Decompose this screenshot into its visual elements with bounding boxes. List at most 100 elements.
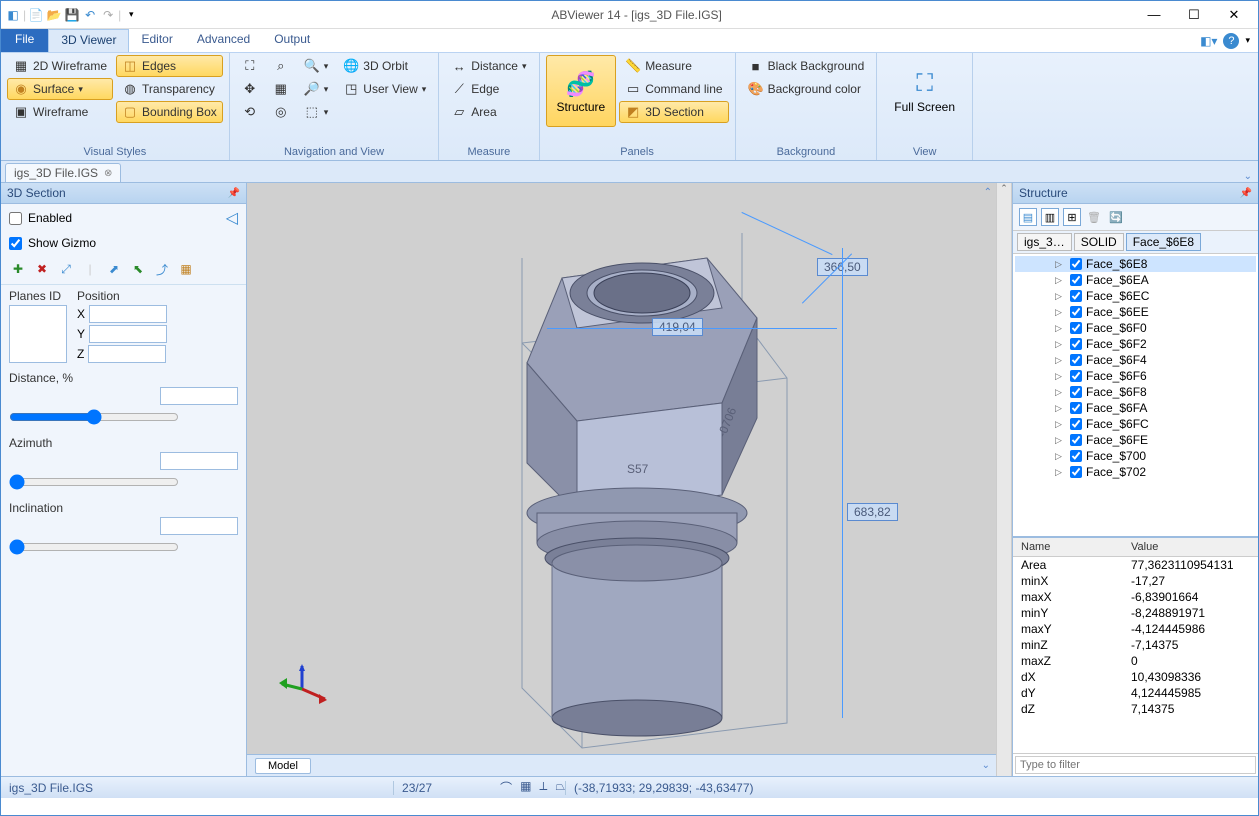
- tabs-dropdown-icon[interactable]: ⌄: [1244, 171, 1252, 182]
- btn-surface[interactable]: ◉Surface ▾: [7, 78, 113, 100]
- expand-icon[interactable]: ▷: [1055, 419, 1066, 430]
- expand-icon[interactable]: ▷: [1055, 371, 1066, 382]
- btn-bg-color[interactable]: 🎨Background color: [742, 78, 871, 100]
- sb-icon3[interactable]: ⟂: [539, 779, 547, 796]
- face-checkbox[interactable]: [1070, 354, 1082, 366]
- pin-icon[interactable]: 📌: [1240, 188, 1252, 199]
- face-checkbox[interactable]: [1070, 274, 1082, 286]
- btn-nav2[interactable]: ✥: [236, 78, 264, 100]
- expand-icon[interactable]: ▷: [1055, 339, 1066, 350]
- tree-row[interactable]: ▷Face_$6EC: [1015, 288, 1256, 304]
- undo-icon[interactable]: ↶: [82, 7, 98, 23]
- section-indicator-icon[interactable]: ◁: [226, 208, 238, 228]
- btn-fullscreen[interactable]: ⛶ Full Screen: [883, 55, 966, 127]
- tab-output[interactable]: Output: [262, 29, 322, 52]
- btn-nav5[interactable]: ▦: [267, 78, 295, 100]
- btn-bounding-box[interactable]: ▢Bounding Box: [116, 101, 223, 123]
- plane-icon6[interactable]: ⤴: [153, 260, 171, 278]
- 3d-viewport[interactable]: S57 -0706 366,50: [247, 183, 996, 754]
- btn-black-bg[interactable]: ■Black Background: [742, 55, 871, 77]
- style-icon[interactable]: ◧▾: [1200, 34, 1217, 48]
- expand-icon[interactable]: ▷: [1055, 259, 1066, 270]
- close-button[interactable]: ✕: [1214, 3, 1254, 27]
- tree-row[interactable]: ▷Face_$6F2: [1015, 336, 1256, 352]
- tree-row[interactable]: ▷Face_$6F0: [1015, 320, 1256, 336]
- btn-view[interactable]: ⬚▾: [298, 101, 335, 123]
- tab-3d-viewer[interactable]: 3D Viewer: [48, 29, 129, 52]
- refresh-icon[interactable]: 🔄: [1107, 208, 1125, 226]
- sb-icon2[interactable]: ▦: [520, 779, 531, 796]
- planes-list[interactable]: [9, 305, 67, 363]
- btn-nav3[interactable]: ⟲: [236, 101, 264, 123]
- tree-row[interactable]: ▷Face_$6FE: [1015, 432, 1256, 448]
- expand-icon[interactable]: ▷: [1055, 275, 1066, 286]
- btn-area[interactable]: ▱Area: [445, 101, 532, 123]
- face-checkbox[interactable]: [1070, 370, 1082, 382]
- btn-cmdline[interactable]: ▭Command line: [619, 78, 728, 100]
- btn-edges[interactable]: ◫Edges: [116, 55, 223, 77]
- tree-row[interactable]: ▷Face_$6EE: [1015, 304, 1256, 320]
- inclination-slider[interactable]: [9, 539, 179, 555]
- plane-del-icon[interactable]: ✖: [33, 260, 51, 278]
- expand-icon[interactable]: ▷: [1055, 355, 1066, 366]
- tree-row[interactable]: ▷Face_$6FA: [1015, 400, 1256, 416]
- btn-nav4[interactable]: ⌕: [267, 55, 295, 77]
- expand-icon[interactable]: ▷: [1055, 387, 1066, 398]
- azimuth-input[interactable]: [160, 452, 238, 470]
- close-icon[interactable]: ⊗: [104, 168, 112, 179]
- expand-icon[interactable]: ▷: [1055, 403, 1066, 414]
- qat-dropdown-icon[interactable]: ▾: [123, 7, 139, 23]
- open-icon[interactable]: 📂: [46, 7, 62, 23]
- btn-structure-big[interactable]: 🧬 Structure: [546, 55, 617, 127]
- btn-measure-panel[interactable]: 📏Measure: [619, 55, 728, 77]
- expand-icon[interactable]: ▷: [1055, 467, 1066, 478]
- plane-icon7[interactable]: ▦: [177, 260, 195, 278]
- help-icon[interactable]: ?: [1223, 33, 1239, 49]
- face-checkbox[interactable]: [1070, 466, 1082, 478]
- tree-row[interactable]: ▷Face_$6E8: [1015, 256, 1256, 272]
- btn-3d-orbit[interactable]: 🌐3D Orbit: [337, 55, 432, 77]
- btn-user-view[interactable]: ◳User View ▾: [337, 78, 432, 100]
- btn-zoom[interactable]: 🔍▾: [298, 55, 335, 77]
- azimuth-slider[interactable]: [9, 474, 179, 490]
- expand-icon[interactable]: ▷: [1055, 307, 1066, 318]
- expand-icon[interactable]: ▷: [1055, 451, 1066, 462]
- bc-solid[interactable]: SOLID: [1074, 233, 1124, 251]
- sb-icon1[interactable]: ⌒: [500, 779, 512, 796]
- face-checkbox[interactable]: [1070, 434, 1082, 446]
- tree-row[interactable]: ▷Face_$6F8: [1015, 384, 1256, 400]
- btn-transparency[interactable]: ◍Transparency: [116, 78, 223, 100]
- plane-icon5[interactable]: ⬉: [129, 260, 147, 278]
- face-checkbox[interactable]: [1070, 290, 1082, 302]
- file-tab[interactable]: File: [1, 29, 48, 52]
- plane-add-icon[interactable]: ✚: [9, 260, 27, 278]
- viewport-scrollbar[interactable]: ⌃: [996, 183, 1012, 776]
- tab-editor[interactable]: Editor: [129, 29, 184, 52]
- plane-icon4[interactable]: ⬈: [105, 260, 123, 278]
- expand-icon[interactable]: ⊞: [1063, 208, 1081, 226]
- tree-row[interactable]: ▷Face_$6F4: [1015, 352, 1256, 368]
- sb-icon4[interactable]: ⏢: [555, 779, 565, 796]
- save-icon[interactable]: 💾: [64, 7, 80, 23]
- tree-row[interactable]: ▷Face_$6FC: [1015, 416, 1256, 432]
- tree-row[interactable]: ▷Face_$700: [1015, 448, 1256, 464]
- face-checkbox[interactable]: [1070, 418, 1082, 430]
- doc-tab[interactable]: igs_3D File.IGS ⊗: [5, 163, 121, 182]
- btn-2d-wireframe[interactable]: ▦2D Wireframe: [7, 55, 113, 77]
- new-icon[interactable]: 📄: [28, 7, 44, 23]
- x-input[interactable]: [89, 305, 167, 323]
- expand-icon[interactable]: ▷: [1055, 323, 1066, 334]
- gizmo-checkbox[interactable]: [9, 237, 22, 250]
- z-input[interactable]: [88, 345, 166, 363]
- expand-icon[interactable]: ▷: [1055, 435, 1066, 446]
- minimize-button[interactable]: —: [1134, 3, 1174, 27]
- y-input[interactable]: [89, 325, 167, 343]
- tree-row[interactable]: ▷Face_$6F6: [1015, 368, 1256, 384]
- btn-nav1[interactable]: ⛶: [236, 55, 264, 77]
- face-checkbox[interactable]: [1070, 306, 1082, 318]
- plane-icon3[interactable]: ⤢: [57, 260, 75, 278]
- expand-icon[interactable]: ▷: [1055, 291, 1066, 302]
- tree-row[interactable]: ▷Face_$702: [1015, 464, 1256, 480]
- model-tab[interactable]: Model: [255, 758, 311, 774]
- filter-input[interactable]: [1015, 756, 1256, 774]
